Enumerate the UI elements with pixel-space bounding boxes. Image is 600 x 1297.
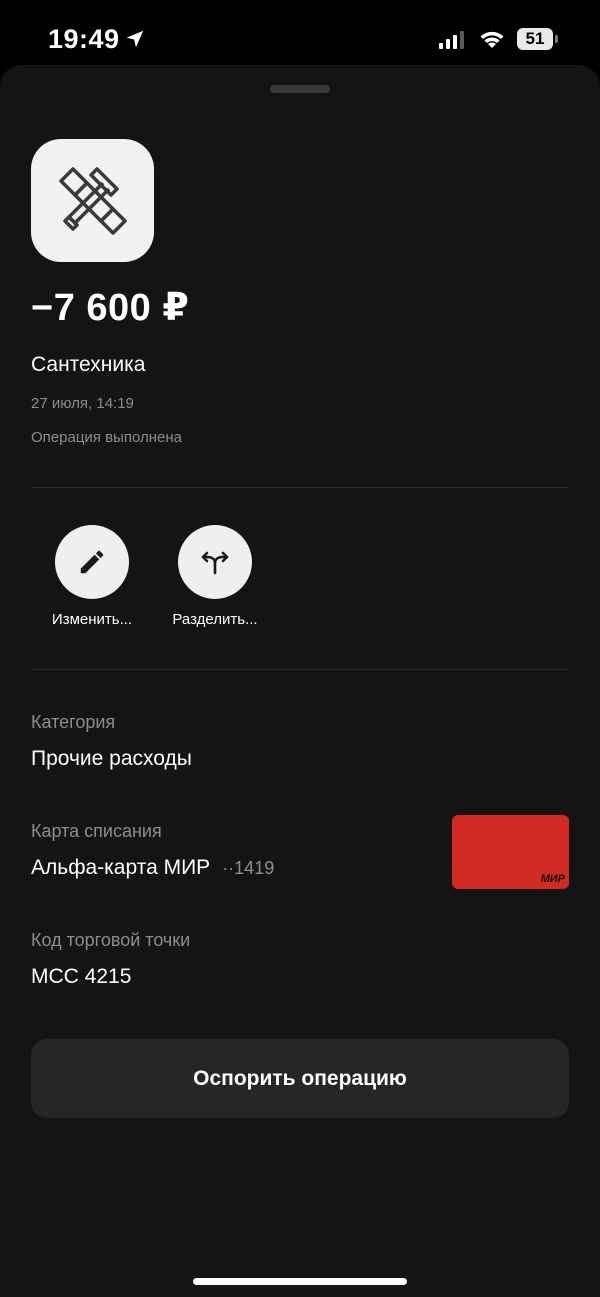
home-indicator [193, 1278, 407, 1285]
edit-action-label: Изменить... [51, 611, 133, 628]
split-arrows-icon [201, 551, 229, 575]
battery-nub [555, 35, 558, 43]
status-bar: 19:49 51 [0, 0, 600, 70]
category-value[interactable]: Прочие расходы [31, 747, 192, 771]
split-action-label: Разделить... [172, 611, 258, 628]
transaction-status: Операция выполнена [31, 429, 182, 446]
divider [31, 487, 569, 488]
status-time: 19:49 [48, 24, 120, 54]
battery-level: 51 [525, 29, 545, 48]
location-arrow-icon [126, 30, 144, 48]
card-name-text: Альфа-карта МИР [31, 856, 211, 879]
transaction-amount: −7 600 ₽ [31, 287, 190, 329]
card-label: Карта списания [31, 821, 162, 841]
wifi-icon [480, 31, 504, 48]
card-payment-logo: МИР [540, 873, 565, 885]
sheet-grabber[interactable] [270, 85, 330, 93]
signal-icon [439, 31, 464, 49]
transaction-date: 27 июля, 14:19 [31, 395, 134, 412]
split-action[interactable]: Разделить... [160, 525, 270, 628]
edit-button[interactable] [55, 525, 129, 599]
pencil-icon [80, 550, 104, 574]
dispute-operation-button[interactable]: Оспорить операцию [31, 1039, 569, 1118]
tools-icon [58, 166, 127, 235]
card-number: ··1419 [222, 858, 275, 878]
mcc-value: MCC 4215 [31, 965, 132, 988]
battery-icon: 51 [517, 28, 553, 50]
card-thumbnail[interactable]: МИР [452, 815, 569, 889]
card-name[interactable]: Альфа-карта МИР ··1419 [31, 856, 274, 880]
merchant-name: Сантехника [31, 353, 146, 376]
edit-action[interactable]: Изменить... [37, 525, 147, 628]
divider [31, 669, 569, 670]
transaction-sheet: −7 600 ₽ Сантехника 27 июля, 14:19 Опера… [0, 65, 600, 1297]
merchant-category-tile [31, 139, 154, 262]
mcc-label: Код торговой точки [31, 930, 191, 950]
category-label: Категория [31, 712, 116, 732]
split-button[interactable] [178, 525, 252, 599]
